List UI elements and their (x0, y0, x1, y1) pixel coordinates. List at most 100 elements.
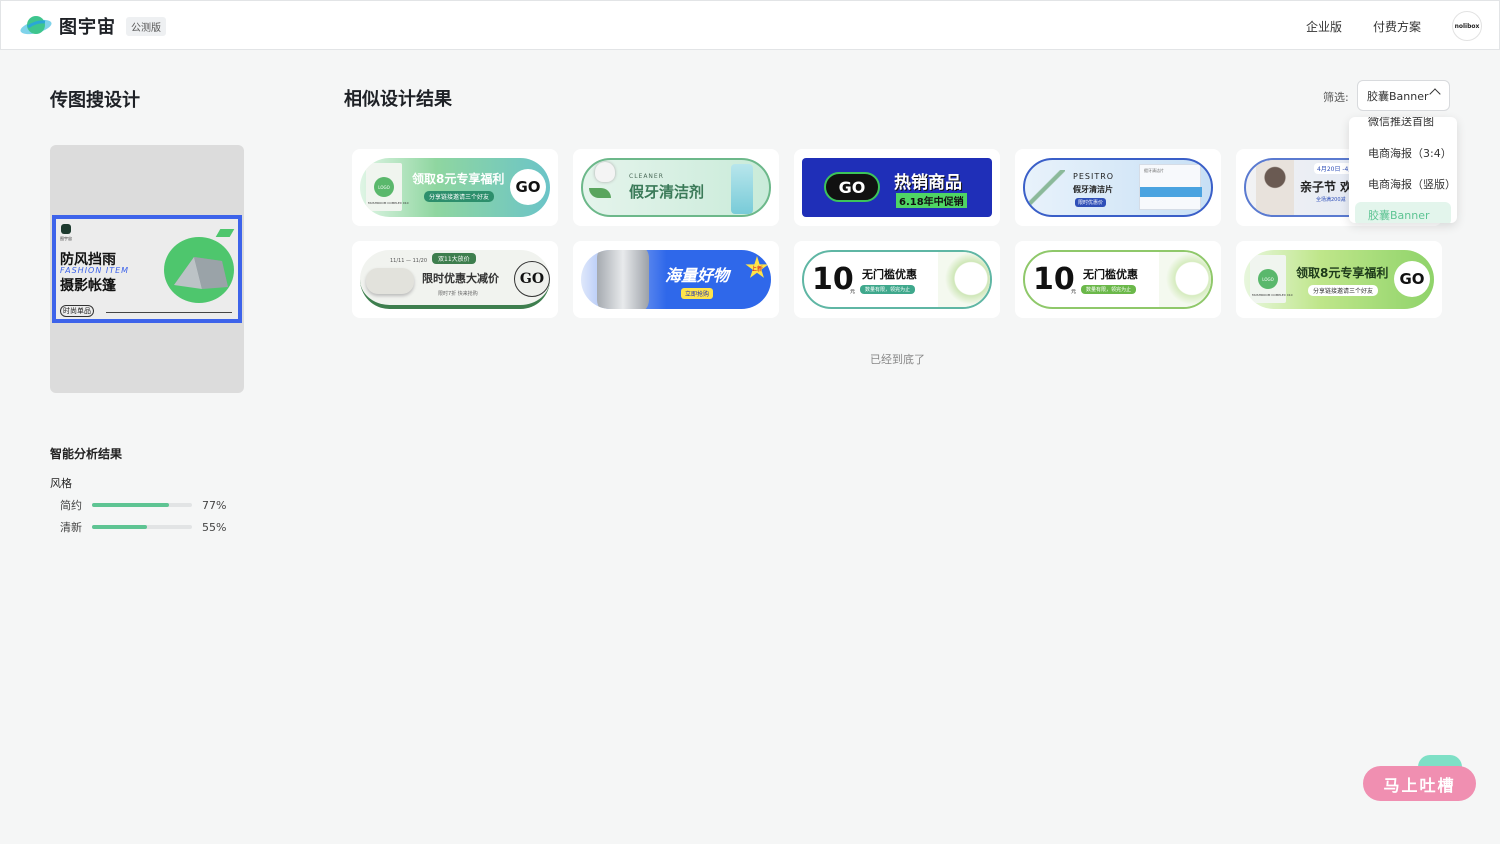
feedback-label: 马上吐槽 (1383, 775, 1456, 795)
result-card[interactable]: LOGO MUSHROOM COMPLEX X10 领取8元专享福利 分享链接邀… (352, 149, 558, 226)
style-row-fresh: 清新 55% (60, 519, 226, 535)
uploaded-accent (215, 229, 235, 237)
go-button-graphic: GO (510, 169, 546, 205)
card-title: 热销商品 (894, 173, 962, 193)
uploaded-line (106, 312, 232, 313)
banner-image: LOGO MUSHROOM COMPLEX X10 领取8元专享福利 分享链接邀… (360, 158, 550, 217)
result-card[interactable]: LOGO MUSHROOM COMPLEX X10 领取8元专享福利 分享链接邀… (1236, 241, 1442, 318)
card-brand: CLEANER (629, 173, 664, 180)
nav-pricing[interactable]: 付费方案 (1373, 18, 1421, 35)
coupon-unit: 元 (1071, 289, 1077, 295)
filter-dropdown: 微信推送首图 电商海报（3:4） 电商海报（竖版） 胶囊Banner (1349, 117, 1457, 223)
banner-image: CLEANER 假牙清洁剂 (581, 158, 771, 217)
card-title: 假牙清洁剂 (629, 183, 705, 201)
dropdown-item-capsule-banner[interactable]: 胶囊Banner (1368, 207, 1430, 223)
product-box: 假牙清洁片 (1139, 164, 1202, 210)
result-card[interactable]: 10 元 无门槛优惠 数量有限，领完为止 (1015, 241, 1221, 318)
tent-image (164, 237, 234, 303)
go-capsule: GO (824, 172, 880, 202)
result-card[interactable]: 海量好物 立即抢购 上新 (573, 241, 779, 318)
card-title: 限时优惠大减价 (422, 272, 499, 285)
feedback-button[interactable]: 马上吐槽 (1363, 766, 1476, 801)
result-card[interactable]: PESITRO 假牙清洁片 限时优惠价 假牙清洁片 (1015, 149, 1221, 226)
coupon-number: 10 (1033, 262, 1075, 297)
banner-image: 10 元 无门槛优惠 数量有限，领完为止 (802, 250, 992, 309)
beta-badge: 公测版 (126, 16, 166, 36)
go-text: GO (838, 177, 866, 197)
card-title: 亲子节 欢 (1300, 180, 1353, 194)
product-stripe (1140, 187, 1202, 197)
filter-select[interactable]: 胶囊Banner (1357, 80, 1450, 111)
banner-image: PESITRO 假牙清洁片 限时优惠价 假牙清洁片 (1023, 158, 1213, 217)
banner-image: 双11大放价 11/11 — 11/20 限时优惠大减价 限时7折 快来抢购 G… (360, 250, 550, 309)
avatar[interactable]: nolibox (1452, 11, 1482, 41)
planet-logo-icon (20, 16, 52, 35)
nav-enterprise[interactable]: 企业版 (1306, 18, 1342, 35)
banner-image: 10 元 无门槛优惠 数量有限，领完为止 (1023, 250, 1213, 309)
analysis-title: 智能分析结果 (50, 447, 123, 461)
bottle-icon (731, 164, 753, 214)
jacket-photo (597, 250, 649, 309)
coupon-number: 10 (812, 262, 854, 297)
result-card[interactable]: CLEANER 假牙清洁剂 (573, 149, 779, 226)
product-name: MUSHROOM COMPLEX X10 (368, 201, 409, 205)
family-photo (1256, 160, 1294, 215)
result-card[interactable]: 双11大放价 11/11 — 11/20 限时优惠大减价 限时7折 快来抢购 G… (352, 241, 558, 318)
leaves-graphic (1029, 170, 1065, 210)
product-box: LOGO MUSHROOM COMPLEX X10 (366, 163, 409, 211)
logo[interactable]: 图宇宙 公测版 (19, 12, 166, 40)
filter-value: 胶囊Banner (1367, 89, 1429, 103)
card-title: 无门槛优惠 (1083, 268, 1138, 281)
uploaded-en-line: FASHION ITEM (60, 266, 130, 275)
product-name: MUSHROOM COMPLEX X10 (1252, 293, 1293, 297)
card-brand: PESITRO (1073, 172, 1115, 181)
filter-label: 筛选: (1323, 91, 1349, 104)
card-title: 海量好物 (665, 266, 730, 285)
tent-icon (174, 257, 228, 289)
new-badge-text: 上新 (750, 265, 763, 273)
banner-image: LOGO MUSHROOM COMPLEX X10 领取8元专享福利 分享链接邀… (1244, 250, 1434, 309)
product-box: LOGO MUSHROOM COMPLEX X10 (1250, 255, 1293, 303)
dropdown-item-poster-vertical[interactable]: 电商海报（竖版） (1368, 176, 1456, 192)
style-progress-bar (92, 503, 192, 507)
style-progress-fill (92, 525, 147, 529)
card-tag: 限时优惠价 (1075, 198, 1107, 207)
upload-search-title: 传图搜设计 (50, 90, 140, 111)
results-title: 相似设计结果 (344, 89, 452, 110)
card-sub: 分享链接邀请三个好友 (424, 191, 495, 202)
tooth-graphic (1159, 252, 1211, 307)
card-sub: 立即抢购 (681, 288, 714, 299)
card-sub: 全场满200减 (1316, 197, 1346, 203)
tooth-icon (595, 162, 615, 182)
card-sub: 数量有限，领完为止 (1081, 285, 1137, 294)
banner-image: GO 热销商品 6.18年中促销 (802, 158, 992, 217)
style-progress-fill (92, 503, 169, 507)
tooth-graphic (938, 252, 990, 307)
card-date: 11/11 — 11/20 (390, 258, 427, 264)
top-bar: 图宇宙 公测版 企业版 付费方案 nolibox (0, 0, 1500, 50)
product-label: 假牙清洁片 (1144, 168, 1164, 173)
result-card[interactable]: GO 热销商品 6.18年中促销 (794, 149, 1000, 226)
pillow-graphic (366, 268, 414, 294)
card-title: 无门槛优惠 (862, 268, 917, 281)
card-sub: 限时7折 快来抢购 (438, 291, 478, 297)
card-title: 领取8元专享福利 (412, 172, 505, 186)
dropdown-item-poster-3-4[interactable]: 电商海报（3:4） (1368, 145, 1452, 161)
uploaded-logo-text: 图宇宙 (60, 236, 72, 241)
uploaded-footer: 时尚单品 (60, 305, 94, 317)
style-percent: 77% (202, 498, 227, 512)
coupon-unit: 元 (850, 289, 856, 295)
result-card[interactable]: 10 元 无门槛优惠 数量有限，领完为止 (794, 241, 1000, 318)
dropdown-item-wechat[interactable]: 微信推送首图 (1368, 117, 1434, 129)
style-label: 风格 (50, 477, 72, 490)
uploaded-title-line2: 摄影帐篷 (60, 278, 116, 294)
chevron-up-icon (1429, 88, 1441, 100)
style-name: 简约 (60, 499, 82, 512)
style-progress-bar (92, 525, 192, 529)
logo-text: 图宇宙 (59, 17, 116, 38)
card-sub: 6.18年中促销 (896, 193, 967, 208)
card-tag: 双11大放价 (432, 253, 476, 264)
style-row-simple: 简约 77% (60, 497, 226, 513)
go-button-graphic: GO (514, 261, 550, 297)
new-badge-icon: 上新 (745, 256, 769, 278)
